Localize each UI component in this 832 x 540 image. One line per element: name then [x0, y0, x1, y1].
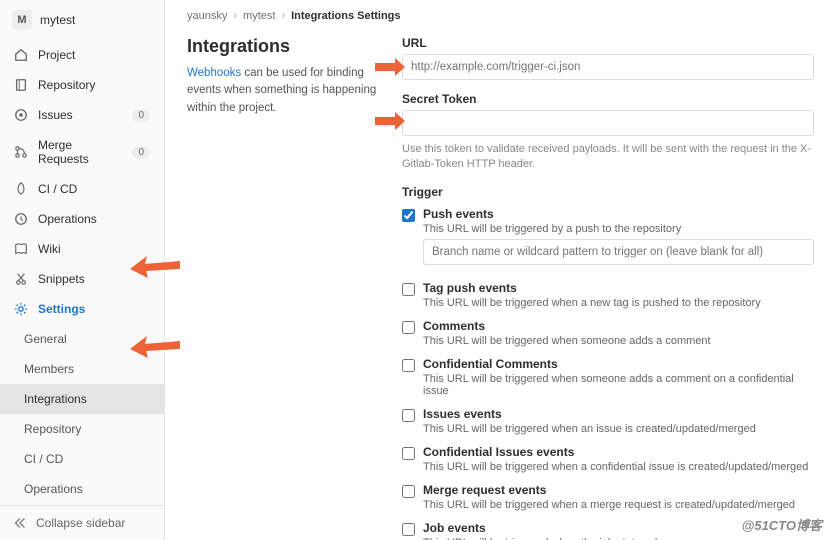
- sidebar-item-ci-cd[interactable]: CI / CD: [0, 174, 164, 204]
- trigger-checkbox[interactable]: [402, 209, 415, 222]
- trigger-desc: This URL will be triggered when a new ta…: [423, 297, 814, 309]
- subnav-label: CI / CD: [24, 452, 63, 466]
- trigger-item: Merge request events This URL will be tri…: [402, 483, 814, 511]
- trigger-item: Push events This URL will be triggered by…: [402, 207, 814, 271]
- sidebar-item-repository[interactable]: Repository: [0, 70, 164, 100]
- secret-label: Secret Token: [402, 92, 814, 106]
- trigger-checkbox[interactable]: [402, 321, 415, 334]
- trigger-name: Tag push events: [423, 281, 814, 295]
- trigger-checkbox[interactable]: [402, 485, 415, 498]
- trigger-name: Comments: [423, 319, 814, 333]
- breadcrumb-group[interactable]: yaunsky: [187, 10, 227, 22]
- sidebar-item-issues[interactable]: Issues 0: [0, 100, 164, 130]
- collapse-label: Collapse sidebar: [36, 516, 125, 530]
- wiki-icon: [14, 242, 28, 256]
- gear-icon: [14, 302, 28, 316]
- snippets-icon: [14, 272, 28, 286]
- breadcrumb-sep: ›: [233, 10, 237, 22]
- ops-icon: [14, 212, 28, 226]
- sidebar-nav: Project Repository Issues 0 Merge Requests 0 C…: [0, 40, 164, 505]
- merge-icon: [14, 145, 28, 159]
- project-name: mytest: [40, 13, 75, 27]
- subnav-item-repository[interactable]: Repository: [0, 414, 164, 444]
- rocket-icon: [14, 182, 28, 196]
- url-input[interactable]: [402, 54, 814, 80]
- trigger-desc: This URL will be triggered when an issue…: [423, 423, 814, 435]
- sidebar-item-label: Operations: [38, 212, 97, 226]
- sidebar-item-label: Issues: [38, 108, 73, 122]
- project-header[interactable]: M mytest: [0, 0, 164, 40]
- trigger-desc: This URL will be triggered when a confid…: [423, 461, 814, 473]
- sidebar-item-label: CI / CD: [38, 182, 77, 196]
- sidebar-item-label: Project: [38, 48, 75, 62]
- branch-filter-input[interactable]: [423, 239, 814, 265]
- trigger-name: Confidential Issues events: [423, 445, 814, 459]
- subnav-label: Operations: [24, 482, 83, 496]
- sidebar-item-settings[interactable]: Settings: [0, 294, 164, 324]
- trigger-name: Push events: [423, 207, 814, 221]
- trigger-name: Merge request events: [423, 483, 814, 497]
- trigger-desc: This URL will be triggered by a push to …: [423, 223, 814, 235]
- breadcrumb-project[interactable]: mytest: [243, 10, 275, 22]
- trigger-checkbox[interactable]: [402, 283, 415, 296]
- trigger-desc: This URL will be triggered when someone …: [423, 335, 814, 347]
- webhooks-link[interactable]: Webhooks: [187, 67, 241, 79]
- subnav-item-ci-cd[interactable]: CI / CD: [0, 444, 164, 474]
- trigger-desc: This URL will be triggered when someone …: [423, 373, 814, 397]
- sidebar-item-project[interactable]: Project: [0, 40, 164, 70]
- sidebar-item-operations[interactable]: Operations: [0, 204, 164, 234]
- page-title: Integrations: [187, 36, 382, 57]
- sidebar-item-label: Repository: [38, 78, 95, 92]
- trigger-checkbox[interactable]: [402, 409, 415, 422]
- sidebar-item-label: Snippets: [38, 272, 85, 286]
- repo-icon: [14, 78, 28, 92]
- secret-input[interactable]: [402, 110, 814, 136]
- breadcrumb-sep: ›: [281, 10, 285, 22]
- sidebar-item-label: Settings: [38, 302, 85, 316]
- trigger-item: Confidential Comments This URL will be tr…: [402, 357, 814, 397]
- trigger-item: Tag push events This URL will be triggere…: [402, 281, 814, 309]
- sidebar-item-label: Merge Requests: [38, 138, 122, 166]
- collapse-sidebar[interactable]: Collapse sidebar: [0, 505, 164, 540]
- trigger-list: Push events This URL will be triggered by…: [402, 207, 814, 540]
- trigger-desc: This URL will be triggered when a merge …: [423, 499, 814, 511]
- trigger-item: Comments This URL will be triggered when …: [402, 319, 814, 347]
- sidebar: M mytest ProjectRepositoryIssues0Merge R…: [0, 0, 165, 540]
- project-avatar: M: [12, 10, 32, 30]
- subnav-label: Integrations: [24, 392, 87, 406]
- sidebar-item-snippets[interactable]: Snippets: [0, 264, 164, 294]
- subnav-item-members[interactable]: Members: [0, 354, 164, 384]
- trigger-item: Confidential Issues events This URL will …: [402, 445, 814, 473]
- subnav-label: Repository: [24, 422, 81, 436]
- trigger-name: Confidential Comments: [423, 357, 814, 371]
- subnav-label: Members: [24, 362, 74, 376]
- secret-help: Use this token to validate received payl…: [402, 142, 814, 173]
- sidebar-item-merge-requests[interactable]: Merge Requests 0: [0, 130, 164, 174]
- trigger-checkbox[interactable]: [402, 359, 415, 372]
- sidebar-item-label: Wiki: [38, 242, 61, 256]
- main-content: yaunsky › mytest › Integrations Settings…: [165, 0, 832, 540]
- trigger-checkbox[interactable]: [402, 523, 415, 536]
- intro-text: Webhooks can be used for binding events …: [187, 65, 382, 117]
- sidebar-item-wiki[interactable]: Wiki: [0, 234, 164, 264]
- chevrons-left-icon: [14, 517, 26, 529]
- trigger-section-title: Trigger: [402, 185, 814, 199]
- issues-icon: [14, 108, 28, 122]
- subnav-item-integrations[interactable]: Integrations: [0, 384, 164, 414]
- trigger-name: Issues events: [423, 407, 814, 421]
- url-label: URL: [402, 36, 814, 50]
- subnav-label: General: [24, 332, 67, 346]
- subnav-item-operations[interactable]: Operations: [0, 474, 164, 504]
- home-icon: [14, 48, 28, 62]
- subnav-item-general[interactable]: General: [0, 324, 164, 354]
- breadcrumb-current: Integrations Settings: [291, 10, 400, 22]
- count-badge: 0: [132, 109, 150, 122]
- breadcrumb: yaunsky › mytest › Integrations Settings: [187, 10, 814, 22]
- trigger-checkbox[interactable]: [402, 447, 415, 460]
- watermark: @51CTO博客: [742, 515, 822, 534]
- count-badge: 0: [132, 146, 150, 159]
- trigger-item: Issues events This URL will be triggered …: [402, 407, 814, 435]
